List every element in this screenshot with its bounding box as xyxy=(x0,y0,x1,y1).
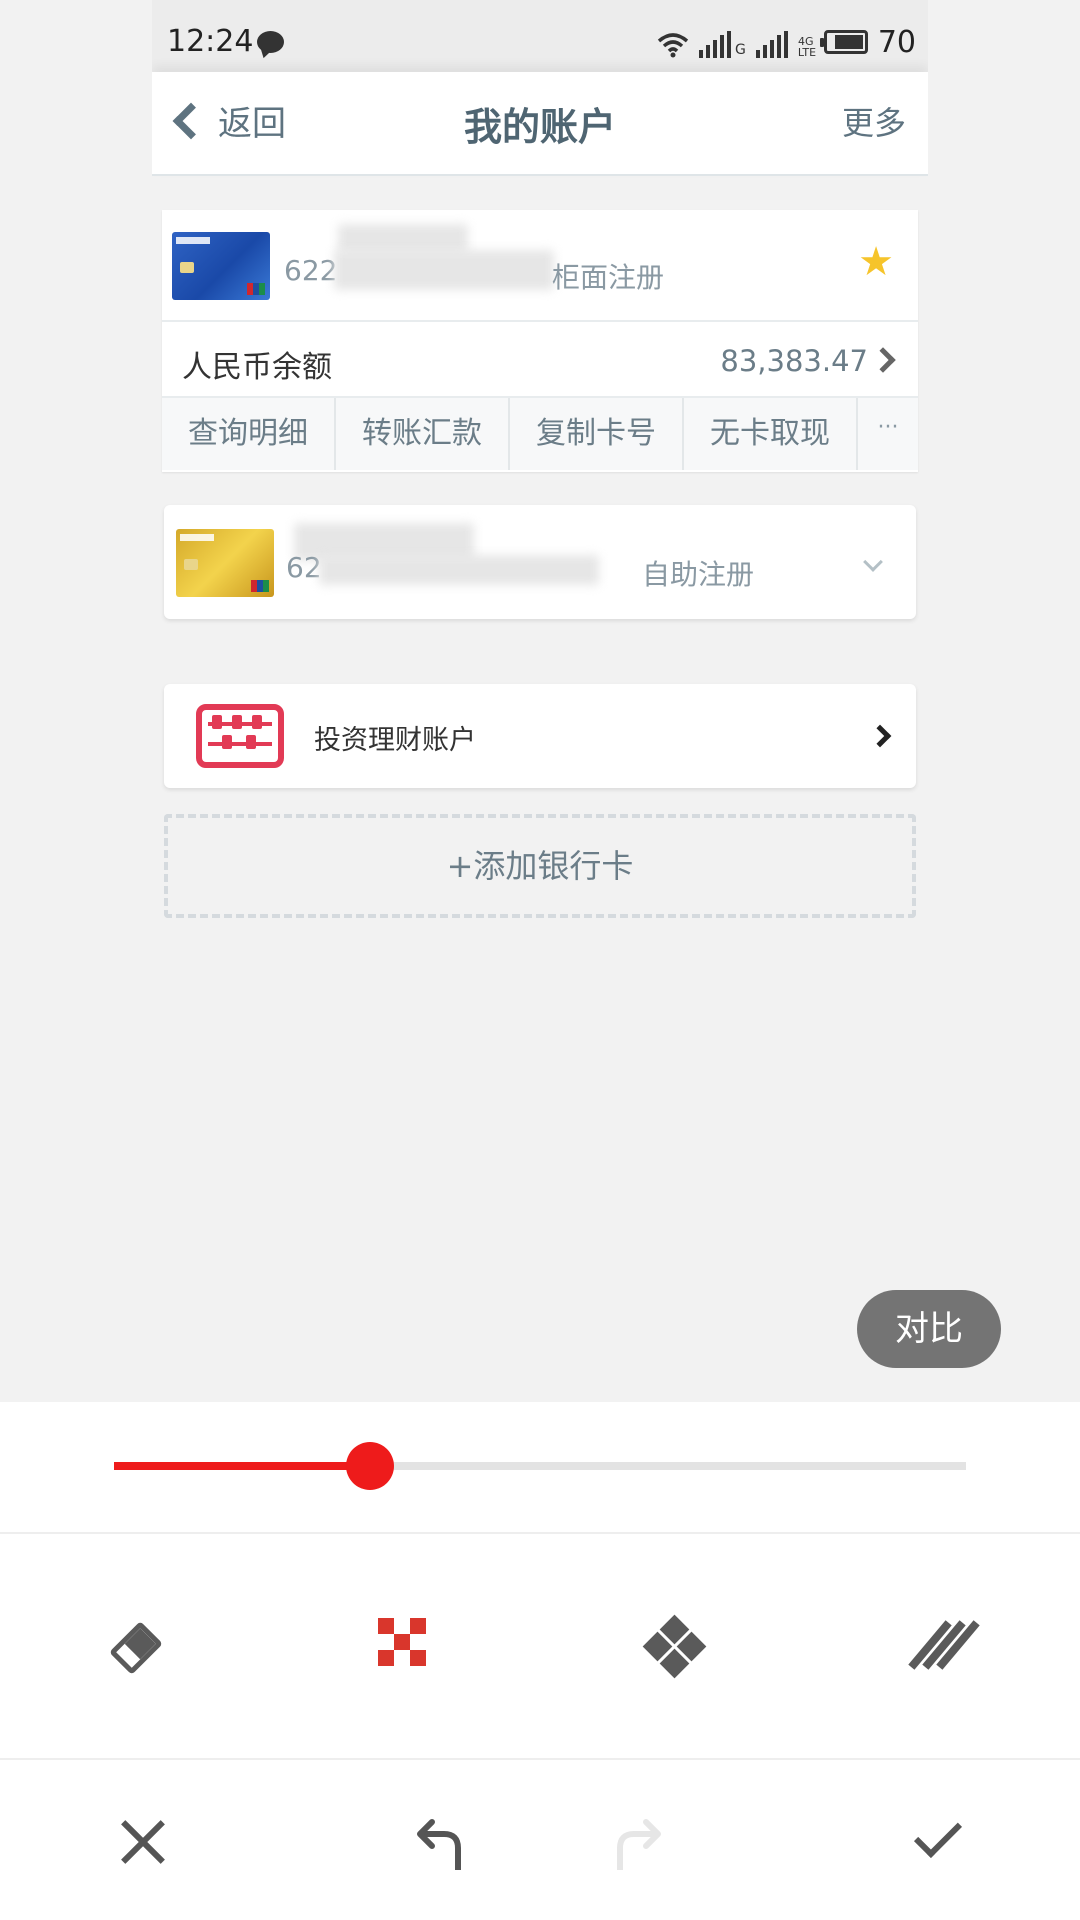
balance-row[interactable]: 人民币余额 83,383.47 xyxy=(162,322,918,398)
message-icon xyxy=(257,31,284,53)
wifi-icon xyxy=(657,33,689,58)
diamond-mosaic-icon[interactable] xyxy=(642,1614,707,1679)
registration-type: 柜面注册 xyxy=(552,261,665,294)
check-icon[interactable] xyxy=(910,1809,970,1872)
balance-value: 83,383.47 xyxy=(720,344,868,378)
redo-icon[interactable] xyxy=(608,1812,668,1872)
add-bank-card-button[interactable]: +添加银行卡 xyxy=(164,814,916,918)
signal-icon-2 xyxy=(755,31,788,58)
tool-bar xyxy=(0,1534,1080,1760)
more-actions-button[interactable]: ··· xyxy=(858,398,918,470)
redacted-account-number xyxy=(334,250,554,290)
balance-label: 人民币余额 xyxy=(182,350,332,385)
slider-track[interactable] xyxy=(114,1442,966,1490)
battery-level: 70 xyxy=(877,25,916,60)
bottom-action-bar xyxy=(0,1760,1080,1920)
abacus-icon xyxy=(196,704,284,768)
close-icon[interactable] xyxy=(112,1812,172,1872)
transfer-button[interactable]: 转账汇款 xyxy=(336,398,510,470)
undo-icon[interactable] xyxy=(410,1812,470,1872)
account-number-prefix: 62 xyxy=(286,551,322,584)
account-card-primary[interactable]: 622 柜面注册 ★ 人民币余额 83,383.47 查询明细 转账汇款 复制卡… xyxy=(162,210,918,472)
page-title: 我的账户 xyxy=(463,105,616,149)
account-card-header[interactable]: 622 柜面注册 ★ xyxy=(162,210,918,322)
redacted-account-number xyxy=(319,555,599,585)
mosaic-icon[interactable] xyxy=(374,1614,438,1678)
star-icon[interactable]: ★ xyxy=(858,242,894,282)
investment-account-row[interactable]: 投资理财账户 xyxy=(164,684,916,788)
status-icons: G 4G LTE 70 xyxy=(657,24,916,58)
more-button[interactable]: 更多 xyxy=(842,98,906,144)
brush-size-slider[interactable] xyxy=(0,1402,1080,1534)
battery-icon xyxy=(819,30,868,54)
copy-card-number-button[interactable]: 复制卡号 xyxy=(510,398,684,470)
bank-card-image xyxy=(172,232,270,300)
status-time: 12:24 xyxy=(167,24,254,59)
chevron-right-icon xyxy=(870,347,896,373)
account-number-prefix: 622 xyxy=(284,254,338,287)
investment-label: 投资理财账户 xyxy=(314,725,476,756)
bank-card-image xyxy=(176,529,274,597)
status-bar: 12:24 G 4G LTE 70 xyxy=(152,0,928,80)
cardless-withdrawal-button[interactable]: 无卡取现 xyxy=(684,398,858,470)
nav-bar: 返回 我的账户 更多 xyxy=(152,72,928,176)
account-actions: 查询明细 转账汇款 复制卡号 无卡取现 ··· xyxy=(162,398,918,470)
registration-type: 自助注册 xyxy=(642,558,755,591)
signal-icon-1 xyxy=(698,31,731,58)
editor-panel xyxy=(0,1402,1080,1920)
query-details-button[interactable]: 查询明细 xyxy=(162,398,336,470)
chevron-down-icon[interactable] xyxy=(863,552,883,572)
edited-screenshot[interactable]: 12:24 G 4G LTE 70 返回 我的账户 更多 622 柜面注册 ★ … xyxy=(152,0,928,1402)
network-type-g: G xyxy=(734,42,746,58)
network-type-4g: 4G LTE xyxy=(797,35,817,59)
slider-fill xyxy=(114,1462,370,1470)
chevron-right-icon xyxy=(868,724,892,748)
account-card-secondary[interactable]: 62 自助注册 xyxy=(164,505,916,619)
hatch-brush-icon[interactable] xyxy=(908,1614,980,1678)
eraser-icon[interactable] xyxy=(104,1614,168,1678)
compare-button[interactable]: 对比 xyxy=(857,1290,1001,1368)
slider-thumb[interactable] xyxy=(345,1442,394,1490)
